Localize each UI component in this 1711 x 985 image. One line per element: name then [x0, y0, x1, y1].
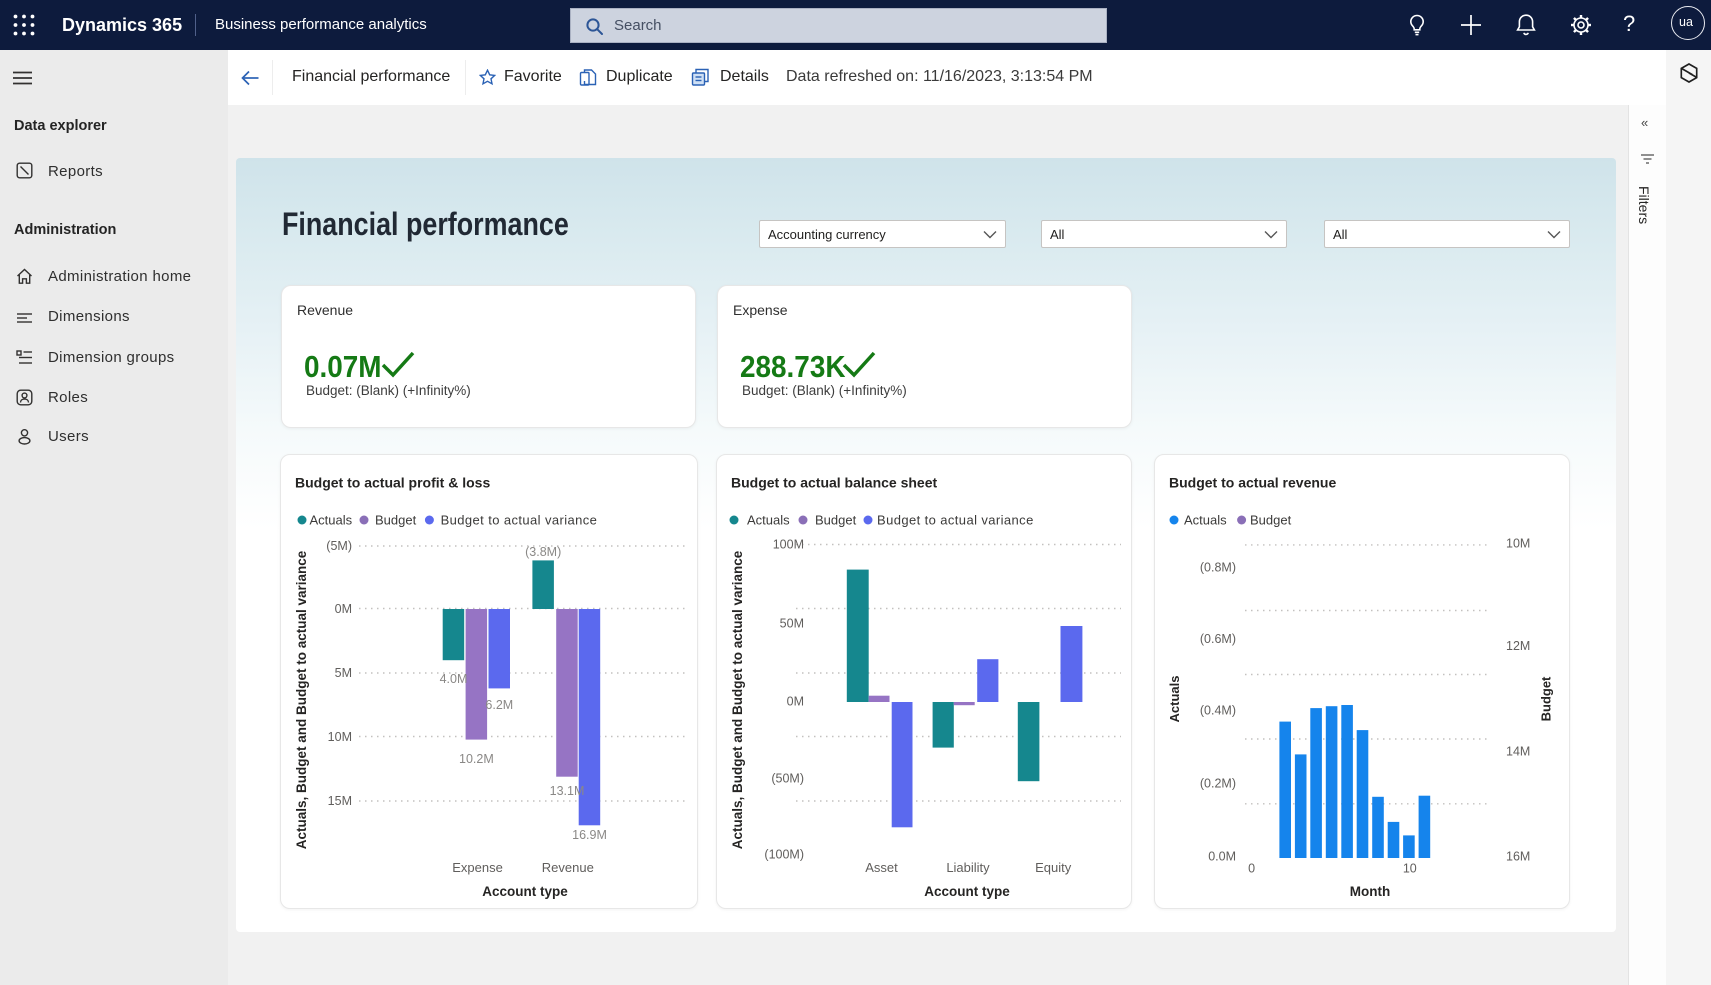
svg-text:0.0M: 0.0M: [1208, 850, 1236, 864]
svg-text:Budget to actual profit & loss: Budget to actual profit & loss: [295, 475, 490, 491]
svg-text:Budget to actual variance: Budget to actual variance: [877, 513, 1034, 528]
svg-text:Budget: Budget: [375, 513, 417, 528]
svg-text:Budget to actual balance sheet: Budget to actual balance sheet: [731, 475, 937, 491]
svg-text:Budget: Budget: [1539, 676, 1554, 721]
svg-text:Actuals: Actuals: [1167, 676, 1182, 723]
svg-text:14M: 14M: [1506, 745, 1530, 759]
svg-text:6.2M: 6.2M: [485, 698, 513, 712]
svg-text:10M: 10M: [328, 730, 352, 744]
svg-text:0M: 0M: [335, 602, 352, 616]
svg-text:0M: 0M: [787, 695, 804, 709]
svg-text:0: 0: [1248, 862, 1255, 876]
svg-text:Budget: Budget: [1250, 513, 1292, 528]
svg-text:Budget to actual revenue: Budget to actual revenue: [1169, 475, 1336, 491]
svg-text:16M: 16M: [1506, 850, 1530, 864]
svg-text:Expense: Expense: [452, 860, 503, 875]
svg-text:10.2M: 10.2M: [459, 752, 494, 766]
svg-text:10M: 10M: [1506, 537, 1530, 551]
svg-text:(50M): (50M): [771, 772, 804, 786]
svg-text:Asset: Asset: [865, 860, 898, 875]
svg-text:Actuals: Actuals: [1184, 513, 1227, 528]
svg-text:(0.6M): (0.6M): [1200, 632, 1236, 646]
svg-text:Actuals, Budget and Budget to: Actuals, Budget and Budget to actual var…: [730, 550, 745, 849]
svg-text:Actuals: Actuals: [747, 513, 790, 528]
svg-text:(5M): (5M): [326, 539, 352, 553]
svg-text:(0.4M): (0.4M): [1200, 704, 1236, 718]
svg-text:Month: Month: [1350, 884, 1390, 899]
svg-text:Actuals: Actuals: [310, 513, 353, 528]
svg-text:Actuals, Budget and Budget to: Actuals, Budget and Budget to actual var…: [294, 550, 309, 849]
svg-text:5M: 5M: [335, 666, 352, 680]
svg-text:50M: 50M: [780, 617, 804, 631]
svg-text:Equity: Equity: [1035, 860, 1072, 875]
svg-text:(0.2M): (0.2M): [1200, 777, 1236, 791]
svg-text:Account type: Account type: [482, 884, 568, 899]
svg-text:13.1M: 13.1M: [550, 784, 585, 798]
svg-text:Liability: Liability: [946, 860, 990, 875]
svg-text:Budget: Budget: [815, 513, 857, 528]
svg-text:Account type: Account type: [924, 884, 1010, 899]
svg-text:(100M): (100M): [764, 848, 804, 862]
svg-text:Budget to actual variance: Budget to actual variance: [441, 513, 598, 528]
svg-text:10: 10: [1403, 862, 1417, 876]
svg-text:15M: 15M: [328, 794, 352, 808]
svg-text:12M: 12M: [1506, 639, 1530, 653]
svg-text:16.9M: 16.9M: [572, 828, 607, 842]
svg-text:Revenue: Revenue: [542, 860, 594, 875]
svg-text:4.0M: 4.0M: [440, 672, 468, 686]
svg-text:(0.8M): (0.8M): [1200, 561, 1236, 575]
svg-text:100M: 100M: [773, 538, 804, 552]
svg-text:(3.8M): (3.8M): [525, 545, 561, 559]
